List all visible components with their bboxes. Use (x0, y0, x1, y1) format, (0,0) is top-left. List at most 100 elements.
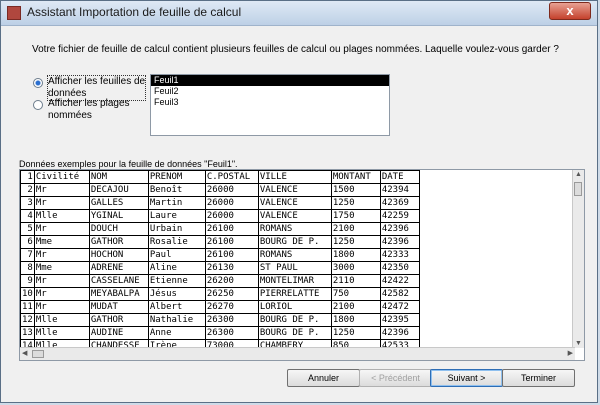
table-cell: DATE (379, 170, 420, 184)
table-cell: DECAJOU (88, 183, 149, 197)
table-cell: Mlle (33, 326, 90, 340)
wizard-body: Votre fichier de feuille de calcul conti… (7, 26, 591, 396)
table-cell: CASSELANE (88, 274, 149, 288)
table-row: 1 Civilité NOM PRENOM C.POSTAL VILLE MONTANT DA… (20, 170, 420, 184)
table-row: 10 Mr MEYABALPA Jésus 26250 PIERRELATTE 750 425… (20, 287, 420, 301)
table-row: 7 Mr HOCHON Paul 26100 ROMANS 1800 42333 (20, 248, 420, 262)
table-cell: Etienne (147, 274, 206, 288)
table-row: 9 Mr CASSELANE Etienne 26200 MONTELIMAR 2110 42… (20, 274, 420, 288)
table-cell: PRENOM (147, 170, 206, 184)
scroll-down-icon[interactable]: ▼ (575, 340, 582, 347)
scroll-left-icon[interactable]: ◀ (22, 349, 27, 357)
option-show-sheets-label[interactable]: Afficher les feuilles de données (46, 75, 147, 101)
radio-show-named-ranges[interactable] (33, 100, 43, 110)
table-cell: 1800 (330, 248, 381, 262)
row-number: 3 (20, 196, 35, 210)
table-cell: YGINAL (88, 209, 149, 223)
table-cell: 42369 (379, 196, 420, 210)
sheet-list[interactable]: Feuil1 Feuil2 Feuil3 (150, 74, 390, 136)
cancel-button[interactable]: Annuler (287, 369, 360, 387)
table-cell: BOURG DE P. (257, 326, 332, 340)
scroll-up-icon[interactable]: ▲ (575, 171, 582, 178)
table-cell: 26100 (204, 235, 259, 249)
table-row: 3 Mr GALLES Martin 26000 VALENCE 1250 42369 (20, 196, 420, 210)
table-cell: 26130 (204, 261, 259, 275)
table-cell: 26250 (204, 287, 259, 301)
table-cell: VILLE (257, 170, 332, 184)
previous-button[interactable]: < Précédent (359, 369, 432, 387)
vertical-scroll-thumb[interactable] (574, 182, 582, 196)
table-cell: 26300 (204, 326, 259, 340)
sheet-item[interactable]: Feuil2 (151, 86, 389, 97)
table-row: 6 Mme GATHOR Rosalie 26100 BOURG DE P. 1250 423… (20, 235, 420, 249)
option-show-named-ranges[interactable]: Afficher les plages nommées (33, 98, 130, 122)
row-number: 9 (20, 274, 35, 288)
finish-button[interactable]: Terminer (502, 369, 575, 387)
table-cell: 26100 (204, 248, 259, 262)
table-cell: 26100 (204, 222, 259, 236)
table-row: 5 Mr DOUCH Urbain 26100 ROMANS 2100 42396 (20, 222, 420, 236)
table-cell: NOM (88, 170, 149, 184)
table-row: 8 Mme ADRENE Aline 26130 ST PAUL 3000 42350 (20, 261, 420, 275)
table-cell: 42259 (379, 209, 420, 223)
option-show-sheets[interactable]: Afficher les feuilles de données (33, 75, 147, 101)
table-cell: 26000 (204, 183, 259, 197)
option-show-named-ranges-label[interactable]: Afficher les plages nommées (48, 98, 130, 122)
row-number: 6 (20, 235, 35, 249)
table-cell: 2100 (330, 222, 381, 236)
horizontal-scroll-thumb[interactable] (32, 350, 44, 358)
table-cell: 42395 (379, 313, 420, 327)
table-cell: Jésus (147, 287, 206, 301)
table-cell: Rosalie (147, 235, 206, 249)
table-cell: Laure (147, 209, 206, 223)
table-row: 12 Mlle GATHOR Nathalie 26300 BOURG DE P. 1800… (20, 313, 420, 327)
table-cell: Mr (33, 300, 90, 314)
table-cell: GALLES (88, 196, 149, 210)
table-cell: VALENCE (257, 209, 332, 223)
table-cell: 1250 (330, 196, 381, 210)
table-cell: VALENCE (257, 183, 332, 197)
table-cell: ADRENE (88, 261, 149, 275)
table-cell: Nathalie (147, 313, 206, 327)
table-cell: Mr (33, 248, 90, 262)
table-row: 4 Mlle YGINAL Laure 26000 VALENCE 1750 42259 (20, 209, 420, 223)
table-cell: 26200 (204, 274, 259, 288)
table-cell: Martin (147, 196, 206, 210)
table-cell: DOUCH (88, 222, 149, 236)
table-cell: Aline (147, 261, 206, 275)
table-cell: Urbain (147, 222, 206, 236)
table-cell: 42396 (379, 222, 420, 236)
table-cell: 26000 (204, 209, 259, 223)
scroll-right-icon[interactable]: ▶ (568, 349, 573, 357)
row-number: 12 (20, 313, 35, 327)
table-cell: 42333 (379, 248, 420, 262)
table-cell: 750 (330, 287, 381, 301)
table-cell: AUDINE (88, 326, 149, 340)
vertical-scrollbar[interactable]: ▲ ▼ (572, 170, 584, 348)
table-cell: Mr (33, 222, 90, 236)
next-button[interactable]: Suivant > (430, 369, 503, 387)
table-cell: BOURG DE P. (257, 313, 332, 327)
sample-data-grid[interactable]: 1 Civilité NOM PRENOM C.POSTAL VILLE MONTANT DA… (19, 169, 585, 361)
title-bar[interactable]: Assistant Importation de feuille de calc… (1, 1, 597, 26)
row-number: 7 (20, 248, 35, 262)
table-cell: 1500 (330, 183, 381, 197)
table-cell: HOCHON (88, 248, 149, 262)
row-number: 1 (20, 170, 35, 184)
sheet-item[interactable]: Feuil3 (151, 97, 389, 108)
table-cell: Civilité (33, 170, 90, 184)
table-cell: Mme (33, 261, 90, 275)
row-number: 2 (20, 183, 35, 197)
table-cell: Mr (33, 287, 90, 301)
table-cell: GATHOR (88, 235, 149, 249)
radio-show-sheets[interactable] (33, 78, 43, 88)
close-button[interactable]: x (549, 2, 591, 20)
table-cell: 42396 (379, 326, 420, 340)
table-cell: 1250 (330, 326, 381, 340)
table-cell: 2110 (330, 274, 381, 288)
sheet-item[interactable]: Feuil1 (151, 75, 389, 86)
table-row: 11 Mr MUDAT Albert 26270 LORIOL 2100 42472 (20, 300, 420, 314)
question-text: Votre fichier de feuille de calcul conti… (32, 44, 559, 55)
horizontal-scrollbar[interactable]: ◀ ▶ (20, 347, 575, 360)
table-cell: ST PAUL (257, 261, 332, 275)
